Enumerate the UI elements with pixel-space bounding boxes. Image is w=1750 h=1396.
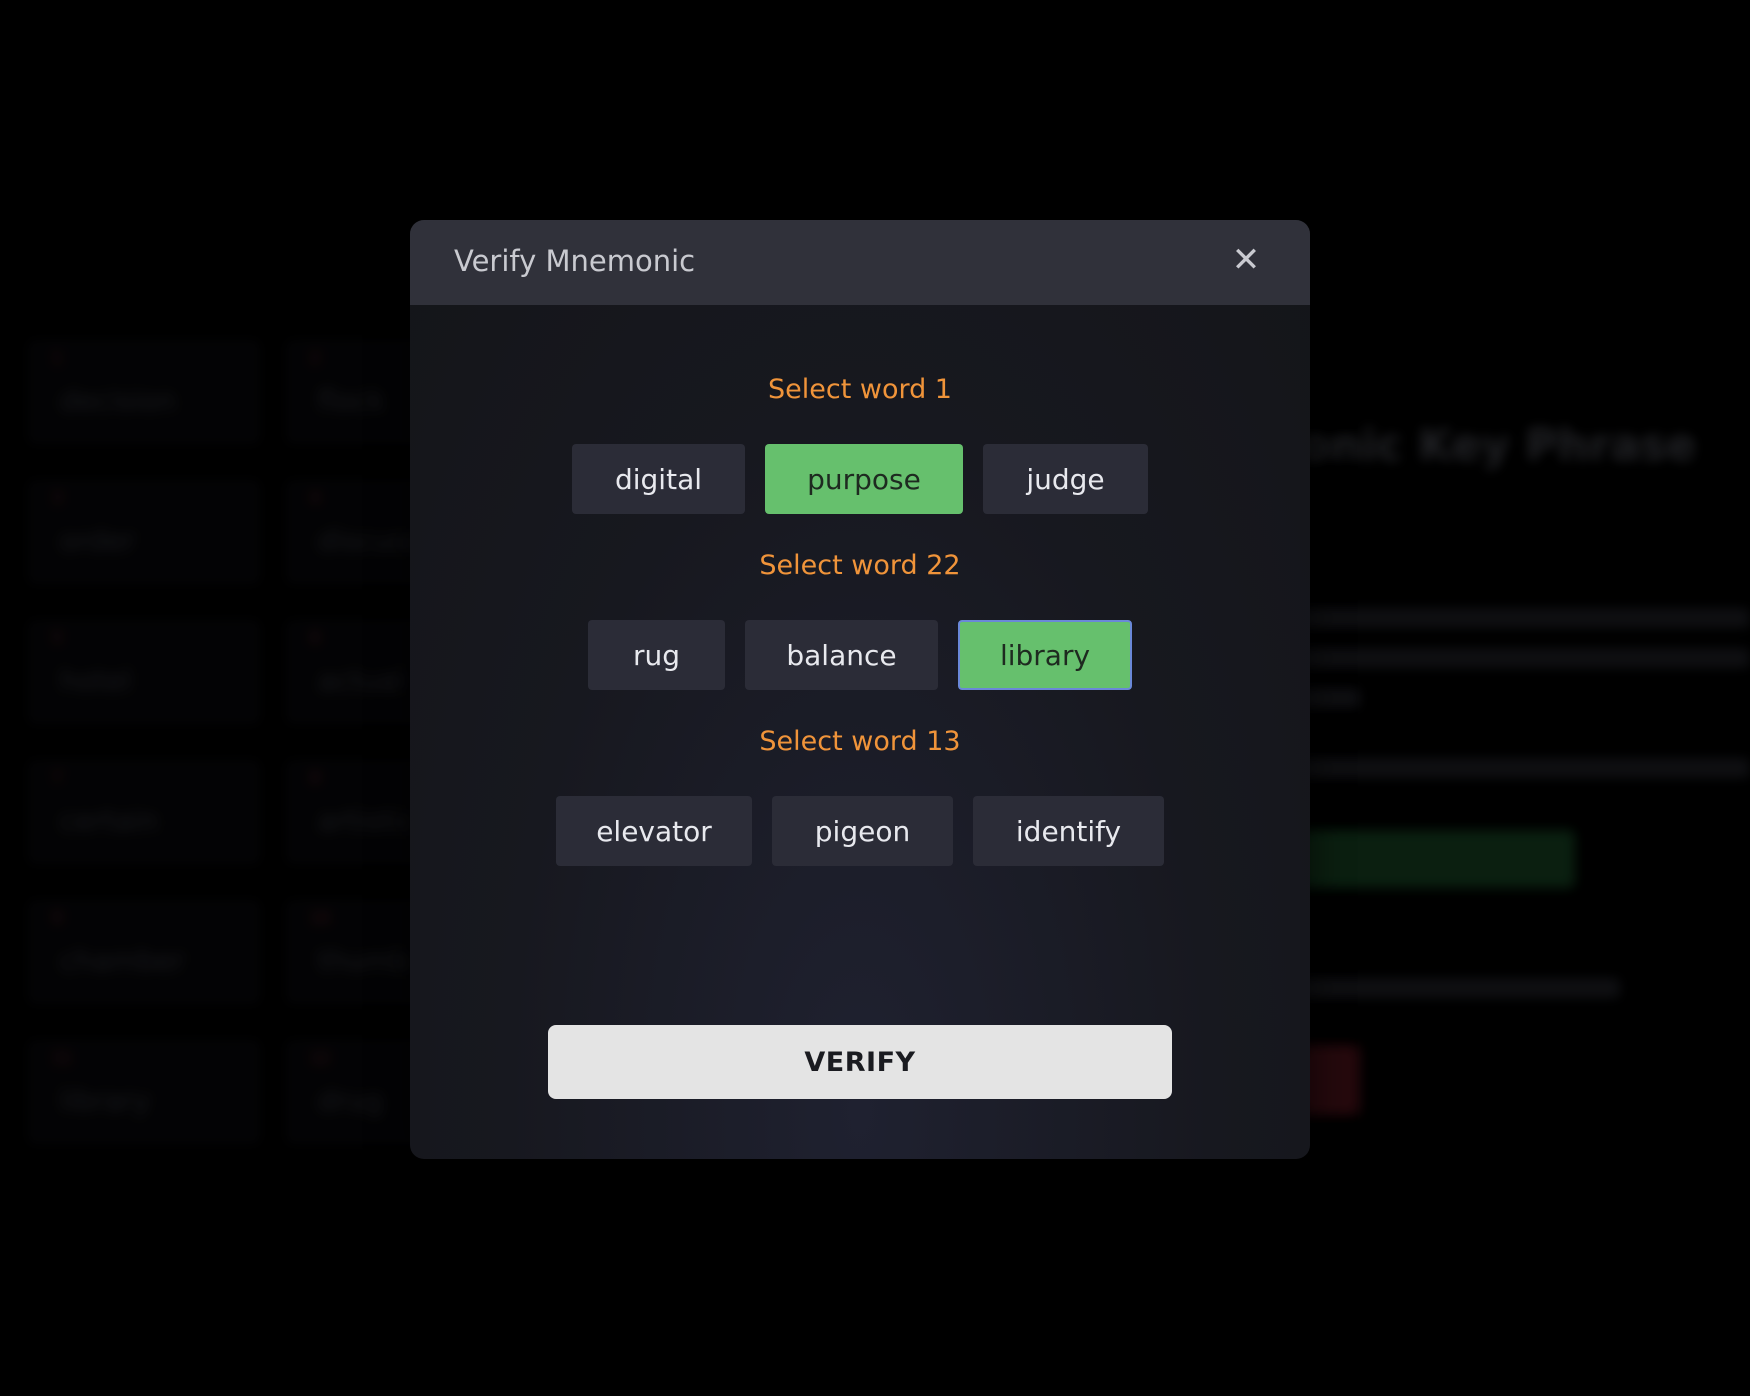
word-choices: rug balance library [410,620,1310,690]
word-choice-button[interactable]: library [958,620,1132,690]
word-group-3: Select word 13 elevator pigeon identify [410,722,1310,866]
word-choice-button[interactable]: elevator [556,796,752,866]
verify-mnemonic-dialog: Verify Mnemonic ✕ Select word 1 digital … [410,220,1310,1159]
app-root: 1 decision 2 flock 3 order 4 discuss 5 h… [0,0,1750,1396]
word-choice-button[interactable]: rug [588,620,725,690]
word-group-2: Select word 22 rug balance library [410,546,1310,690]
word-choice-button[interactable]: identify [973,796,1164,866]
select-word-label: Select word 1 [767,374,952,405]
word-choices: elevator pigeon identify [410,796,1310,866]
word-choice-button[interactable]: purpose [765,444,963,514]
select-word-label: Select word 13 [759,726,961,757]
dialog-header: Verify Mnemonic ✕ [410,220,1310,305]
verify-button[interactable]: VERIFY [548,1025,1172,1099]
word-choice-button[interactable]: digital [572,444,745,514]
word-choices: digital purpose judge [410,444,1310,514]
select-word-label: Select word 22 [759,550,961,581]
word-choice-button[interactable]: pigeon [772,796,953,866]
word-choice-button[interactable]: judge [983,444,1148,514]
dialog-title: Verify Mnemonic [454,244,696,278]
word-group-1: Select word 1 digital purpose judge [410,370,1310,514]
word-choice-button[interactable]: balance [745,620,938,690]
close-icon[interactable]: ✕ [1228,242,1264,278]
